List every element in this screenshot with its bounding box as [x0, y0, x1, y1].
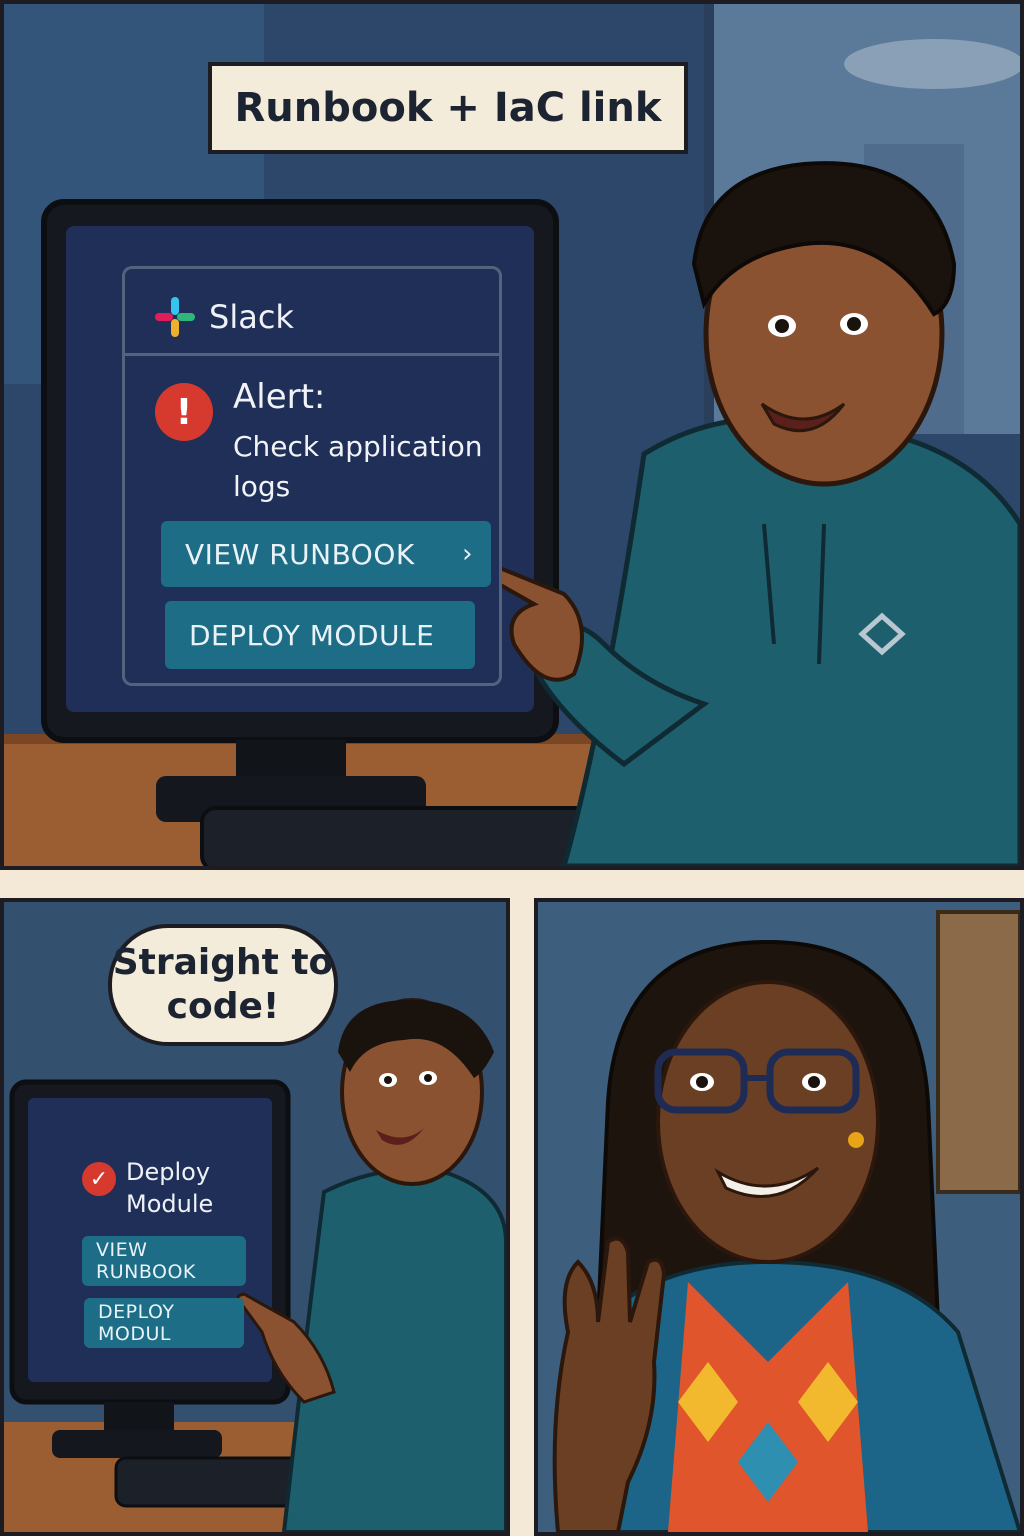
deploy-status-label: Deploy Module [126, 1158, 214, 1218]
comic-panel-bottom-right [534, 898, 1024, 1536]
view-runbook-button[interactable]: VIEW RUNBOOK › [161, 521, 491, 587]
alert-title: Alert: [233, 377, 326, 417]
panel-caption: Runbook + IaC link [208, 62, 688, 154]
view-runbook-label: VIEW RUNBOOK [185, 537, 415, 571]
slack-app-name: Slack [209, 298, 294, 336]
deploy-module-label-small: DEPLOY MODUL [98, 1301, 175, 1345]
speech-text: Straight to code! [112, 942, 334, 1027]
view-runbook-label-small: VIEW RUNBOOK [96, 1239, 196, 1283]
deploy-module-button[interactable]: DEPLOY MODULE [165, 601, 475, 669]
deploy-module-button-small[interactable]: DEPLOY MODUL [84, 1298, 244, 1348]
caption-title: Runbook + IaC link [234, 85, 662, 131]
check-icon: ✓ [82, 1162, 116, 1196]
exclamation-icon: ! [155, 383, 213, 441]
speech-bubble: Straight to code! [108, 924, 338, 1046]
chevron-right-icon: › [462, 539, 473, 569]
slack-header: Slack [153, 295, 294, 339]
alert-message: Check application logs [233, 430, 483, 503]
colleague-scene [538, 902, 1020, 1532]
deploy-module-label: DEPLOY MODULE [189, 618, 435, 652]
slack-logo-icon [155, 297, 195, 337]
slack-alert-card: Slack ! Alert: Check application logs VI… [122, 266, 502, 686]
deploy-status-card: ✓ Deploy Module VIEW RUNBOOK DEPLOY MODU… [60, 1134, 260, 1374]
header-divider [125, 353, 499, 356]
view-runbook-button-small[interactable]: VIEW RUNBOOK [82, 1236, 246, 1286]
